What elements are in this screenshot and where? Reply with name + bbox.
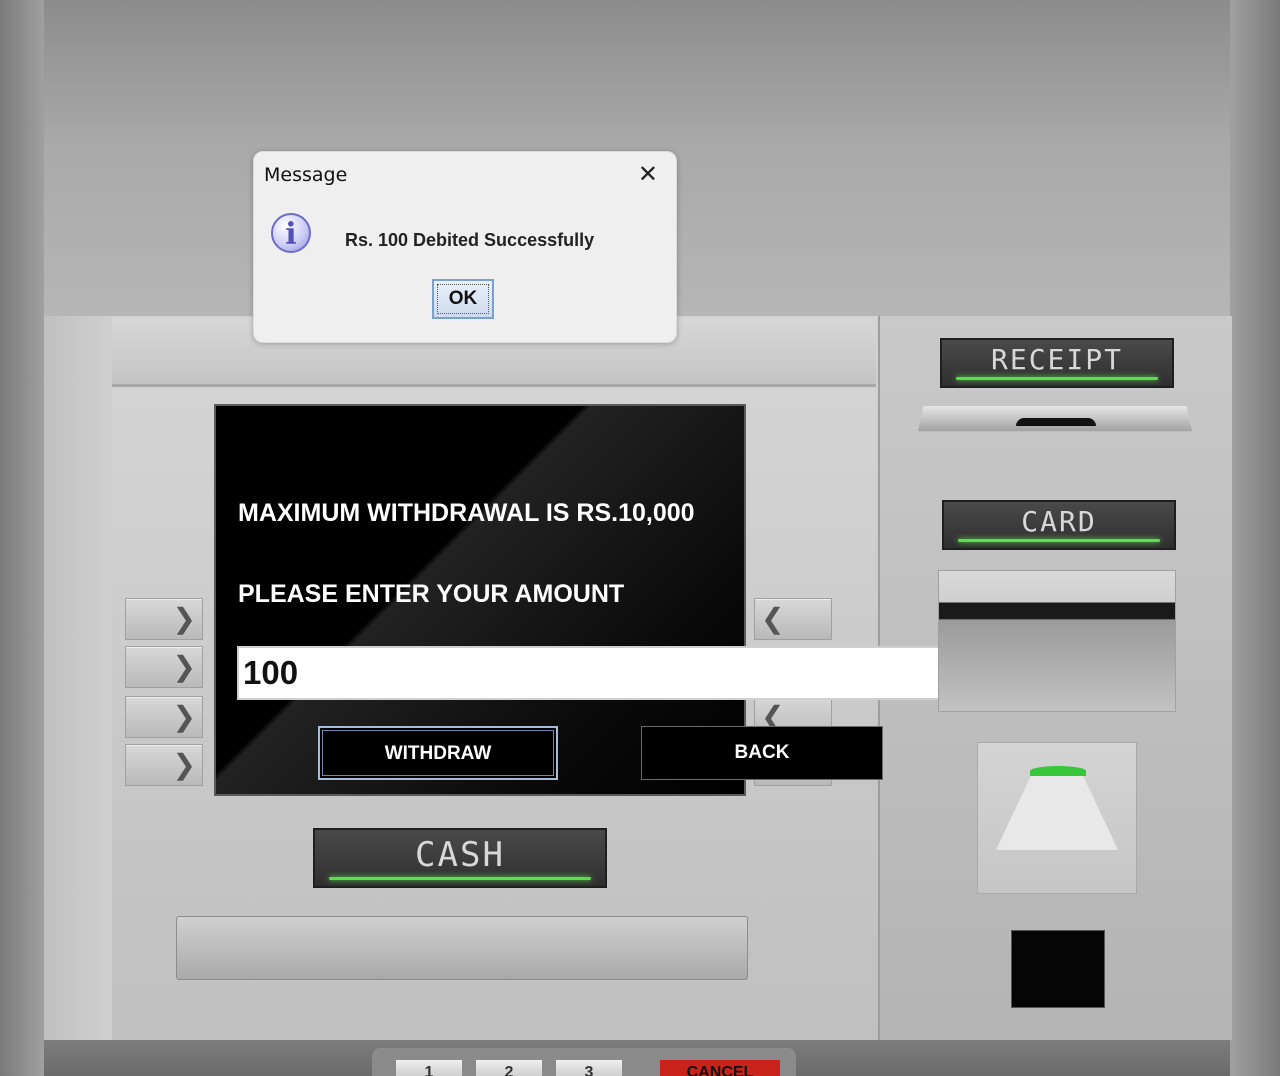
- card-label-plate: CARD: [942, 500, 1176, 550]
- atm-left-column: [44, 316, 112, 1040]
- keypad-cancel-key[interactable]: CANCEL: [660, 1060, 780, 1076]
- receipt-indicator-light: [956, 377, 1158, 380]
- card-reader-slot: [938, 570, 1176, 712]
- amount-input[interactable]: [237, 646, 1044, 700]
- cash-label-plate: CASH: [313, 828, 607, 888]
- side-key-left-3[interactable]: ❯: [125, 696, 203, 738]
- info-icon: i: [271, 213, 311, 253]
- atm-left-wall: [0, 0, 44, 1076]
- dialog-message: Rs. 100 Debited Successfully: [345, 230, 595, 250]
- back-button[interactable]: BACK: [641, 726, 883, 780]
- cash-label: CASH: [415, 835, 505, 875]
- close-icon[interactable]: ✕: [638, 160, 658, 188]
- cash-dispenser-slot: [176, 916, 748, 980]
- card-indicator-light: [958, 539, 1160, 542]
- receipt-label-plate: RECEIPT: [940, 338, 1174, 388]
- side-key-left-2[interactable]: ❯: [125, 646, 203, 688]
- pad-indicator-light: [1030, 766, 1086, 776]
- cash-indicator-light: [329, 877, 591, 880]
- receipt-label: RECEIPT: [990, 343, 1123, 376]
- ok-button[interactable]: OK: [432, 279, 494, 319]
- keypad-key-1[interactable]: 1: [396, 1060, 462, 1076]
- max-withdrawal-text: MAXIMUM WITHDRAWAL IS RS.10,000: [238, 499, 695, 527]
- receipt-slit: [1016, 418, 1096, 426]
- keypad-key-2[interactable]: 2: [476, 1060, 542, 1076]
- side-key-left-1[interactable]: ❯: [125, 598, 203, 640]
- withdraw-button[interactable]: WITHDRAW: [318, 726, 558, 780]
- atm-right-wall: [1230, 0, 1280, 1076]
- side-key-left-4[interactable]: ❯: [125, 744, 203, 786]
- keypad-key-3[interactable]: 3: [556, 1060, 622, 1076]
- camera-lens: [1011, 930, 1105, 1008]
- enter-amount-prompt: PLEASE ENTER YOUR AMOUNT: [238, 580, 625, 608]
- card-label: CARD: [1021, 505, 1097, 538]
- message-dialog: Message ✕ i Rs. 100 Debited Successfully…: [253, 151, 677, 343]
- side-key-right-1[interactable]: ❮: [754, 598, 832, 640]
- dialog-title: Message: [264, 164, 348, 186]
